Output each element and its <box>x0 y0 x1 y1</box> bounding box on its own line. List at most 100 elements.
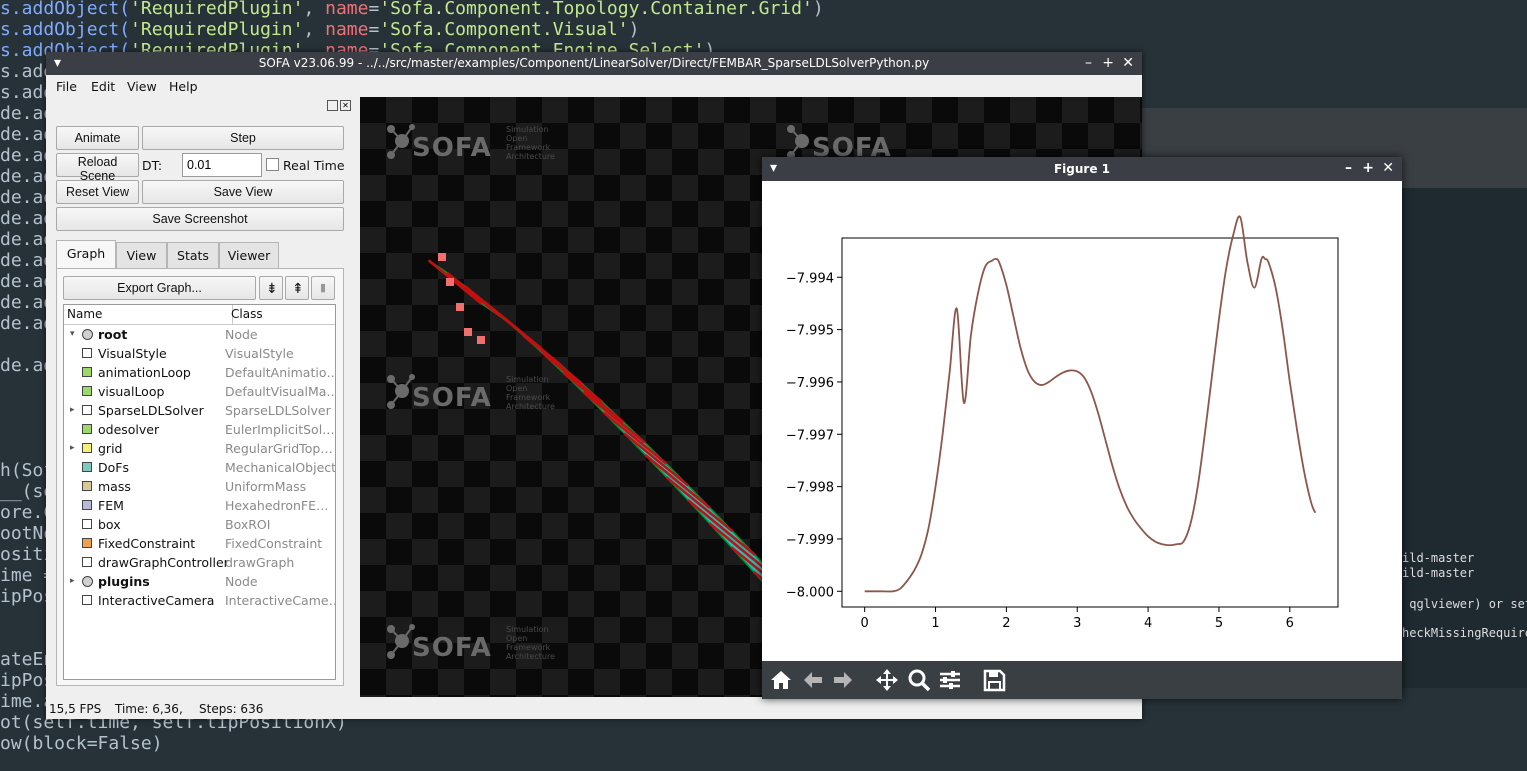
tree-header-class[interactable]: Class <box>229 305 335 325</box>
realtime-checkbox[interactable] <box>266 158 279 171</box>
node-icon <box>82 576 93 587</box>
maximize-icon[interactable]: + <box>1362 157 1374 180</box>
figure-titlebar[interactable]: ▾ Figure 1 – + ✕ <box>762 157 1402 181</box>
tree-row[interactable]: box BoxROI <box>64 515 335 534</box>
back-icon[interactable] <box>800 667 826 693</box>
reload-scene-button[interactable]: Reload Scene <box>56 153 139 183</box>
step-button[interactable]: Step <box>142 126 344 150</box>
collapsed-arrow-icon[interactable]: ▸ <box>70 439 75 458</box>
tree-row-name: plugins <box>98 574 150 589</box>
tree-row[interactable]: ▸ plugins Node <box>64 572 335 591</box>
save-icon[interactable] <box>981 667 1007 693</box>
component-icon <box>82 481 92 491</box>
menu-edit[interactable]: Edit <box>91 79 115 94</box>
tree-row-class: FixedConstraint <box>225 536 323 551</box>
fixed-constraint-marker <box>477 336 485 344</box>
forward-icon[interactable] <box>830 667 856 693</box>
window-menu-icon[interactable]: ▾ <box>770 157 777 180</box>
tree-row[interactable]: ▾ root Node <box>64 325 335 344</box>
collapsed-arrow-icon[interactable]: ▸ <box>70 401 75 420</box>
fixed-constraint-marker <box>438 253 446 261</box>
beam-spring-line <box>623 432 689 487</box>
tree-row-class: DefaultAnimatio… <box>225 365 336 380</box>
tree-row-name: FEM <box>98 498 124 513</box>
plot-area[interactable]: 0 1 2 3 4 5 6 −8.000 −7.999 −7.998 −7.997 −7.996 −7.… <box>762 181 1402 661</box>
fixed-constraint-marker <box>446 278 454 286</box>
dt-input[interactable] <box>182 153 262 177</box>
y-tick-label: −8.000 <box>786 585 834 600</box>
tree-row[interactable]: ▸ SparseLDLSolver SparseLDLSolver <box>64 401 335 420</box>
tree-row[interactable]: ▸ grid RegularGridTop… <box>64 439 335 458</box>
status-bar: 15,5 FPS Time: 6,36, Steps: 636 <box>46 697 1142 719</box>
tab-graph[interactable]: Graph <box>56 240 116 268</box>
tree-row[interactable]: animationLoop DefaultAnimatio… <box>64 363 335 382</box>
sofa-window-title: SOFA v23.06.99 - ../../src/master/exampl… <box>258 56 930 70</box>
tab-viewer[interactable]: Viewer <box>219 242 279 268</box>
export-graph-button[interactable]: Export Graph... <box>63 276 256 300</box>
tree-row[interactable]: odesolver EulerImplicitSol… <box>64 420 335 439</box>
tree-row-class: UniformMass <box>225 479 307 494</box>
tree-row[interactable]: visualLoop DefaultVisualMa… <box>64 382 335 401</box>
maximize-icon[interactable]: + <box>1102 52 1114 75</box>
tree-row[interactable]: drawGraphController drawGraph <box>64 553 335 572</box>
beam-spring-line <box>522 334 583 385</box>
tree-row[interactable]: VisualStyle VisualStyle <box>64 344 335 363</box>
minimize-icon[interactable]: – <box>1085 52 1092 75</box>
configure-icon[interactable] <box>937 667 963 693</box>
component-icon <box>82 405 92 415</box>
steps-readout: Steps: 636 <box>199 702 264 716</box>
pan-icon[interactable] <box>874 667 900 693</box>
dock-float-icon[interactable] <box>327 100 338 111</box>
tree-row[interactable]: mass UniformMass <box>64 477 335 496</box>
menu-file[interactable]: File <box>56 79 77 94</box>
close-icon[interactable]: ✕ <box>1122 52 1134 75</box>
x-tick-label: 2 <box>1002 616 1010 631</box>
component-icon <box>82 462 92 472</box>
window-menu-icon[interactable]: ▾ <box>54 52 61 75</box>
beam-spring-line <box>542 352 604 404</box>
tree-row-name: InteractiveCamera <box>98 593 215 608</box>
tree-row[interactable]: InteractiveCamera InteractiveCame… <box>64 591 335 610</box>
y-tick-label: −7.999 <box>786 533 834 548</box>
tree-row-class: Node <box>225 574 258 589</box>
dock-close-icon[interactable]: ✕ <box>340 100 351 111</box>
code-line: ow(block=False) <box>0 733 163 754</box>
minimize-icon[interactable]: – <box>1345 157 1352 180</box>
fixed-constraint-marker <box>456 303 464 311</box>
expand-all-icon[interactable]: ⇞ <box>285 276 309 300</box>
tree-row-name: odesolver <box>98 422 160 437</box>
collapsed-arrow-icon[interactable]: ▸ <box>70 572 75 591</box>
tree-row-class: RegularGridTop… <box>225 441 333 456</box>
tree-row[interactable]: DoFs MechanicalObject <box>64 458 335 477</box>
save-view-button[interactable]: Save View <box>142 180 344 204</box>
tree-row-name: grid <box>98 441 123 456</box>
home-icon[interactable] <box>768 667 794 693</box>
sofa-titlebar[interactable]: ▾ SOFA v23.06.99 - ../../src/master/exam… <box>46 52 1142 75</box>
tree-row-class: drawGraph <box>225 555 295 570</box>
save-screenshot-button[interactable]: Save Screenshot <box>56 207 344 231</box>
tab-stats[interactable]: Stats <box>167 242 219 268</box>
component-icon <box>82 538 92 548</box>
tab-view[interactable]: View <box>116 242 167 268</box>
animate-button[interactable]: Animate <box>56 126 139 150</box>
tree-row-name: box <box>98 517 121 532</box>
menu-help[interactable]: Help <box>169 79 198 94</box>
component-icon <box>82 424 92 434</box>
tree-header-name[interactable]: Name <box>64 305 233 325</box>
menu-view[interactable]: View <box>127 79 157 94</box>
component-icon <box>82 595 92 605</box>
tree-row[interactable]: FixedConstraint FixedConstraint <box>64 534 335 553</box>
scene-graph-tree: Name Class ▾ root Node VisualStyle VisualSty… <box>63 304 336 680</box>
tree-row-class: InteractiveCame… <box>225 593 336 608</box>
close-icon[interactable]: ✕ <box>1382 157 1394 180</box>
fps-readout: 15,5 FPS <box>49 702 102 716</box>
tree-row-class: BoxROI <box>225 517 271 532</box>
zoom-icon[interactable] <box>906 667 932 693</box>
tree-row[interactable]: FEM HexahedronFE… <box>64 496 335 515</box>
lock-icon[interactable]: ▮ <box>311 276 335 300</box>
y-tick-label: −7.997 <box>786 428 834 443</box>
reset-view-button[interactable]: Reset View <box>56 180 139 204</box>
collapse-all-icon[interactable]: ⇟ <box>259 276 283 300</box>
expanded-arrow-icon[interactable]: ▾ <box>70 325 75 344</box>
figure-toolbar <box>762 661 1402 699</box>
